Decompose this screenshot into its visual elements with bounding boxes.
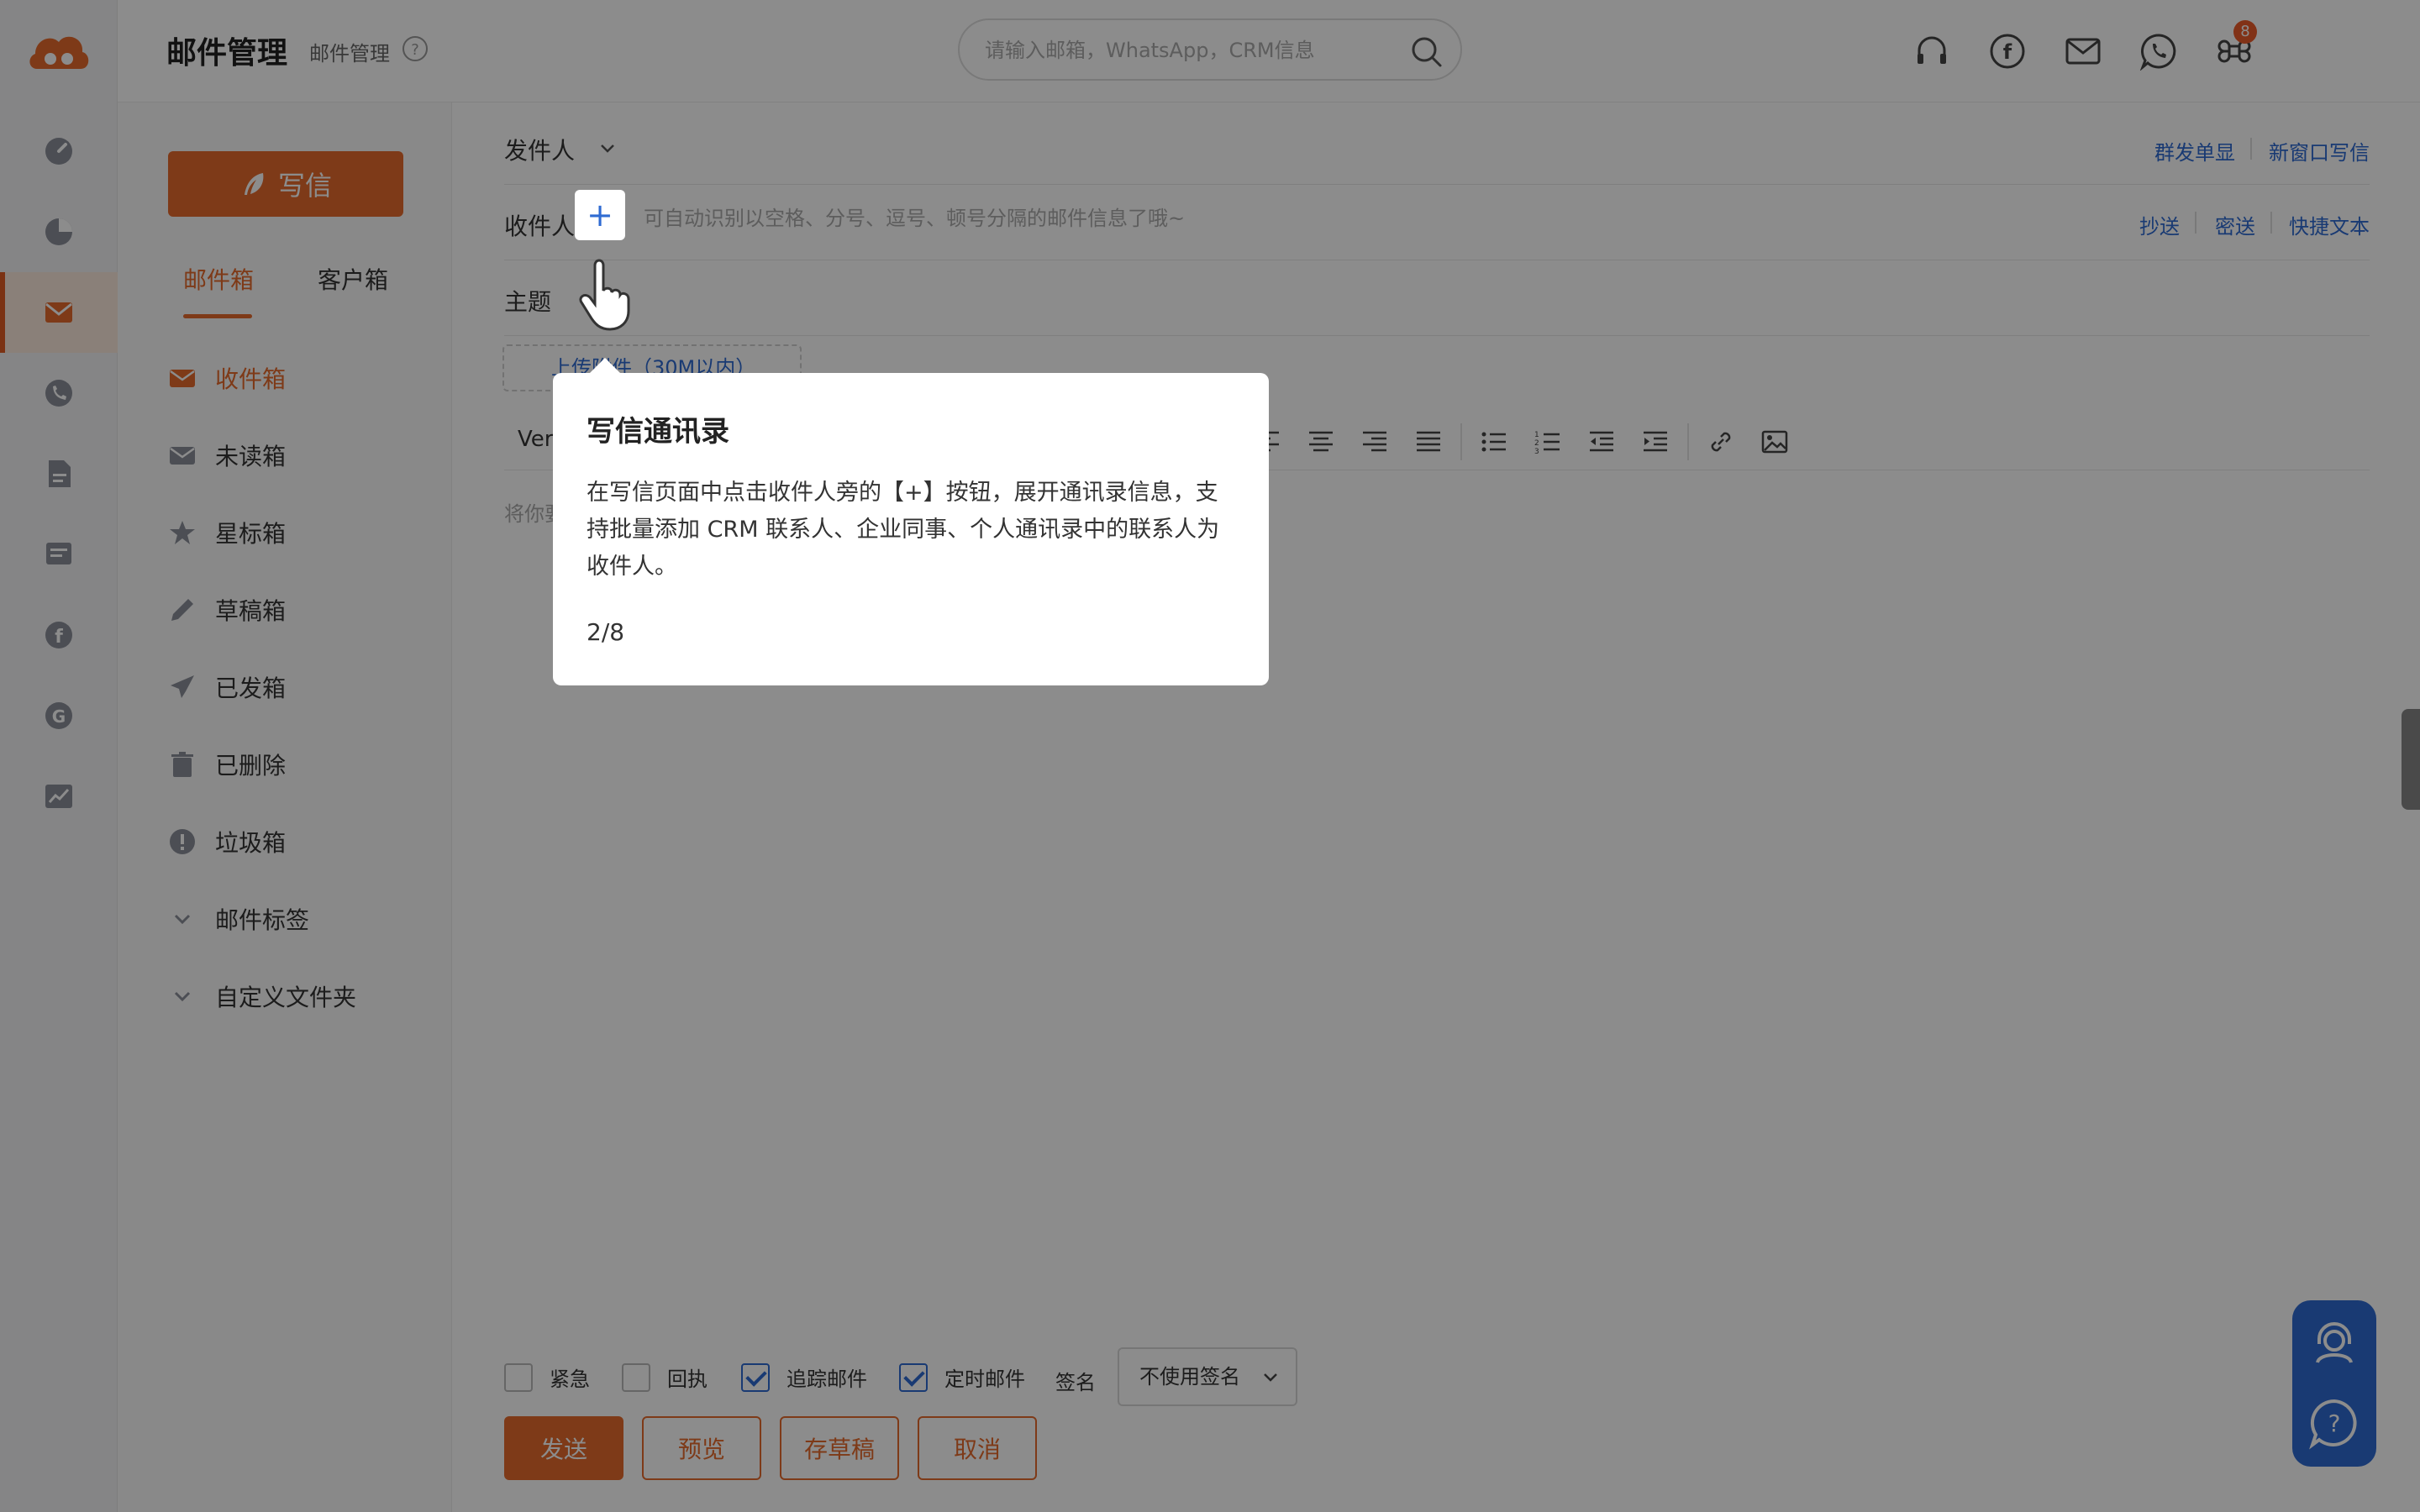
tooltip-title: 写信通讯录 — [587, 415, 729, 449]
onboarding-overlay[interactable] — [0, 0, 2420, 1512]
tooltip-body: 在写信页面中点击收件人旁的【+】按钮，展开通讯录信息，支持批量添加 CRM 联系… — [587, 480, 1220, 580]
pointer-hand-icon — [579, 259, 630, 331]
tooltip-step-counter: 2/8 — [587, 618, 625, 646]
guide-tooltip: 写信通讯录 在写信页面中点击收件人旁的【+】按钮，展开通讯录信息，支持批量添加 … — [553, 358, 1269, 685]
add-recipient-button[interactable]: + — [575, 190, 625, 240]
